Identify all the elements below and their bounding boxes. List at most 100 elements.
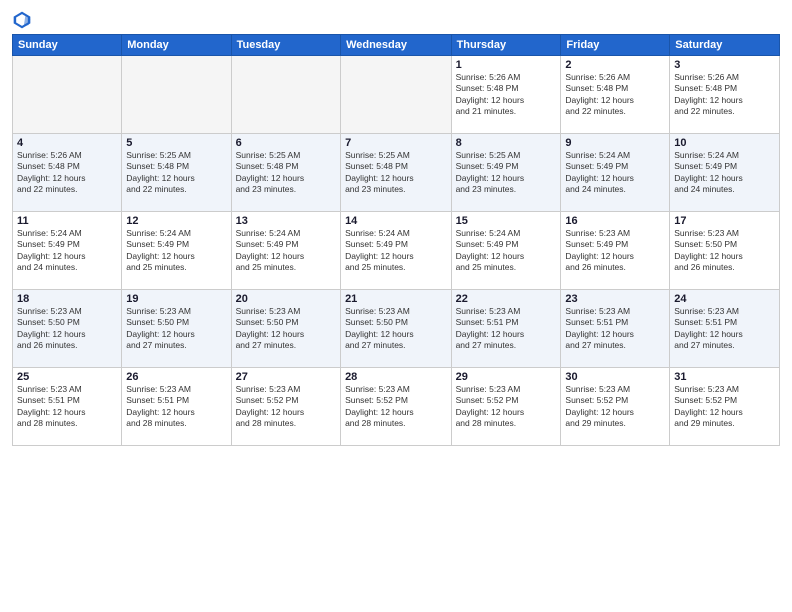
calendar-cell: 20Sunrise: 5:23 AM Sunset: 5:50 PM Dayli…	[231, 290, 340, 368]
calendar-cell	[341, 56, 452, 134]
calendar-week-row: 11Sunrise: 5:24 AM Sunset: 5:49 PM Dayli…	[13, 212, 780, 290]
day-info: Sunrise: 5:26 AM Sunset: 5:48 PM Dayligh…	[565, 72, 665, 118]
day-number: 11	[17, 215, 117, 227]
day-number: 8	[456, 137, 557, 149]
calendar-cell: 11Sunrise: 5:24 AM Sunset: 5:49 PM Dayli…	[13, 212, 122, 290]
calendar-week-row: 4Sunrise: 5:26 AM Sunset: 5:48 PM Daylig…	[13, 134, 780, 212]
calendar-cell: 25Sunrise: 5:23 AM Sunset: 5:51 PM Dayli…	[13, 368, 122, 446]
col-header-monday: Monday	[122, 35, 231, 56]
day-number: 30	[565, 371, 665, 383]
calendar-cell	[122, 56, 231, 134]
calendar-cell: 21Sunrise: 5:23 AM Sunset: 5:50 PM Dayli…	[341, 290, 452, 368]
day-info: Sunrise: 5:23 AM Sunset: 5:51 PM Dayligh…	[17, 384, 117, 430]
day-info: Sunrise: 5:23 AM Sunset: 5:50 PM Dayligh…	[674, 228, 775, 274]
day-info: Sunrise: 5:23 AM Sunset: 5:51 PM Dayligh…	[456, 306, 557, 352]
day-info: Sunrise: 5:23 AM Sunset: 5:51 PM Dayligh…	[674, 306, 775, 352]
day-info: Sunrise: 5:24 AM Sunset: 5:49 PM Dayligh…	[674, 150, 775, 196]
page-container: SundayMondayTuesdayWednesdayThursdayFrid…	[0, 0, 792, 612]
day-number: 29	[456, 371, 557, 383]
calendar-cell: 18Sunrise: 5:23 AM Sunset: 5:50 PM Dayli…	[13, 290, 122, 368]
day-info: Sunrise: 5:23 AM Sunset: 5:50 PM Dayligh…	[345, 306, 447, 352]
calendar-week-row: 18Sunrise: 5:23 AM Sunset: 5:50 PM Dayli…	[13, 290, 780, 368]
calendar-cell: 26Sunrise: 5:23 AM Sunset: 5:51 PM Dayli…	[122, 368, 231, 446]
day-info: Sunrise: 5:23 AM Sunset: 5:52 PM Dayligh…	[236, 384, 336, 430]
col-header-wednesday: Wednesday	[341, 35, 452, 56]
day-number: 6	[236, 137, 336, 149]
calendar-week-row: 25Sunrise: 5:23 AM Sunset: 5:51 PM Dayli…	[13, 368, 780, 446]
calendar-cell: 16Sunrise: 5:23 AM Sunset: 5:49 PM Dayli…	[561, 212, 670, 290]
calendar-cell: 29Sunrise: 5:23 AM Sunset: 5:52 PM Dayli…	[451, 368, 561, 446]
day-info: Sunrise: 5:25 AM Sunset: 5:48 PM Dayligh…	[126, 150, 226, 196]
calendar-cell: 13Sunrise: 5:24 AM Sunset: 5:49 PM Dayli…	[231, 212, 340, 290]
col-header-thursday: Thursday	[451, 35, 561, 56]
day-info: Sunrise: 5:23 AM Sunset: 5:52 PM Dayligh…	[456, 384, 557, 430]
calendar-cell: 24Sunrise: 5:23 AM Sunset: 5:51 PM Dayli…	[670, 290, 780, 368]
day-info: Sunrise: 5:23 AM Sunset: 5:50 PM Dayligh…	[126, 306, 226, 352]
day-info: Sunrise: 5:24 AM Sunset: 5:49 PM Dayligh…	[236, 228, 336, 274]
day-info: Sunrise: 5:25 AM Sunset: 5:48 PM Dayligh…	[236, 150, 336, 196]
day-number: 26	[126, 371, 226, 383]
day-info: Sunrise: 5:23 AM Sunset: 5:52 PM Dayligh…	[674, 384, 775, 430]
day-info: Sunrise: 5:26 AM Sunset: 5:48 PM Dayligh…	[674, 72, 775, 118]
day-info: Sunrise: 5:26 AM Sunset: 5:48 PM Dayligh…	[456, 72, 557, 118]
calendar-cell: 5Sunrise: 5:25 AM Sunset: 5:48 PM Daylig…	[122, 134, 231, 212]
day-info: Sunrise: 5:23 AM Sunset: 5:50 PM Dayligh…	[236, 306, 336, 352]
day-info: Sunrise: 5:26 AM Sunset: 5:48 PM Dayligh…	[17, 150, 117, 196]
day-info: Sunrise: 5:24 AM Sunset: 5:49 PM Dayligh…	[126, 228, 226, 274]
day-number: 18	[17, 293, 117, 305]
calendar-cell: 31Sunrise: 5:23 AM Sunset: 5:52 PM Dayli…	[670, 368, 780, 446]
day-info: Sunrise: 5:25 AM Sunset: 5:49 PM Dayligh…	[456, 150, 557, 196]
day-info: Sunrise: 5:23 AM Sunset: 5:50 PM Dayligh…	[17, 306, 117, 352]
day-info: Sunrise: 5:23 AM Sunset: 5:51 PM Dayligh…	[126, 384, 226, 430]
day-number: 1	[456, 59, 557, 71]
day-number: 2	[565, 59, 665, 71]
day-number: 12	[126, 215, 226, 227]
day-number: 14	[345, 215, 447, 227]
calendar-cell: 30Sunrise: 5:23 AM Sunset: 5:52 PM Dayli…	[561, 368, 670, 446]
calendar-cell: 7Sunrise: 5:25 AM Sunset: 5:48 PM Daylig…	[341, 134, 452, 212]
calendar-cell: 27Sunrise: 5:23 AM Sunset: 5:52 PM Dayli…	[231, 368, 340, 446]
calendar-cell: 19Sunrise: 5:23 AM Sunset: 5:50 PM Dayli…	[122, 290, 231, 368]
calendar-cell: 23Sunrise: 5:23 AM Sunset: 5:51 PM Dayli…	[561, 290, 670, 368]
calendar-cell: 2Sunrise: 5:26 AM Sunset: 5:48 PM Daylig…	[561, 56, 670, 134]
col-header-tuesday: Tuesday	[231, 35, 340, 56]
calendar-cell: 10Sunrise: 5:24 AM Sunset: 5:49 PM Dayli…	[670, 134, 780, 212]
day-info: Sunrise: 5:23 AM Sunset: 5:51 PM Dayligh…	[565, 306, 665, 352]
calendar-cell	[13, 56, 122, 134]
day-number: 23	[565, 293, 665, 305]
day-number: 10	[674, 137, 775, 149]
day-info: Sunrise: 5:24 AM Sunset: 5:49 PM Dayligh…	[345, 228, 447, 274]
col-header-friday: Friday	[561, 35, 670, 56]
day-number: 19	[126, 293, 226, 305]
calendar-cell	[231, 56, 340, 134]
day-info: Sunrise: 5:23 AM Sunset: 5:49 PM Dayligh…	[565, 228, 665, 274]
calendar-cell: 6Sunrise: 5:25 AM Sunset: 5:48 PM Daylig…	[231, 134, 340, 212]
day-info: Sunrise: 5:24 AM Sunset: 5:49 PM Dayligh…	[456, 228, 557, 274]
day-number: 20	[236, 293, 336, 305]
day-number: 21	[345, 293, 447, 305]
calendar-week-row: 1Sunrise: 5:26 AM Sunset: 5:48 PM Daylig…	[13, 56, 780, 134]
day-number: 15	[456, 215, 557, 227]
col-header-saturday: Saturday	[670, 35, 780, 56]
calendar-header-row: SundayMondayTuesdayWednesdayThursdayFrid…	[13, 35, 780, 56]
calendar-cell: 9Sunrise: 5:24 AM Sunset: 5:49 PM Daylig…	[561, 134, 670, 212]
day-number: 31	[674, 371, 775, 383]
day-number: 5	[126, 137, 226, 149]
day-number: 3	[674, 59, 775, 71]
day-number: 28	[345, 371, 447, 383]
calendar-cell: 17Sunrise: 5:23 AM Sunset: 5:50 PM Dayli…	[670, 212, 780, 290]
header	[12, 10, 780, 30]
day-info: Sunrise: 5:24 AM Sunset: 5:49 PM Dayligh…	[17, 228, 117, 274]
day-info: Sunrise: 5:23 AM Sunset: 5:52 PM Dayligh…	[565, 384, 665, 430]
day-info: Sunrise: 5:24 AM Sunset: 5:49 PM Dayligh…	[565, 150, 665, 196]
calendar-cell: 22Sunrise: 5:23 AM Sunset: 5:51 PM Dayli…	[451, 290, 561, 368]
calendar-cell: 15Sunrise: 5:24 AM Sunset: 5:49 PM Dayli…	[451, 212, 561, 290]
day-number: 25	[17, 371, 117, 383]
calendar-table: SundayMondayTuesdayWednesdayThursdayFrid…	[12, 34, 780, 446]
day-number: 13	[236, 215, 336, 227]
day-number: 9	[565, 137, 665, 149]
calendar-cell: 14Sunrise: 5:24 AM Sunset: 5:49 PM Dayli…	[341, 212, 452, 290]
calendar-cell: 12Sunrise: 5:24 AM Sunset: 5:49 PM Dayli…	[122, 212, 231, 290]
day-number: 24	[674, 293, 775, 305]
day-info: Sunrise: 5:23 AM Sunset: 5:52 PM Dayligh…	[345, 384, 447, 430]
